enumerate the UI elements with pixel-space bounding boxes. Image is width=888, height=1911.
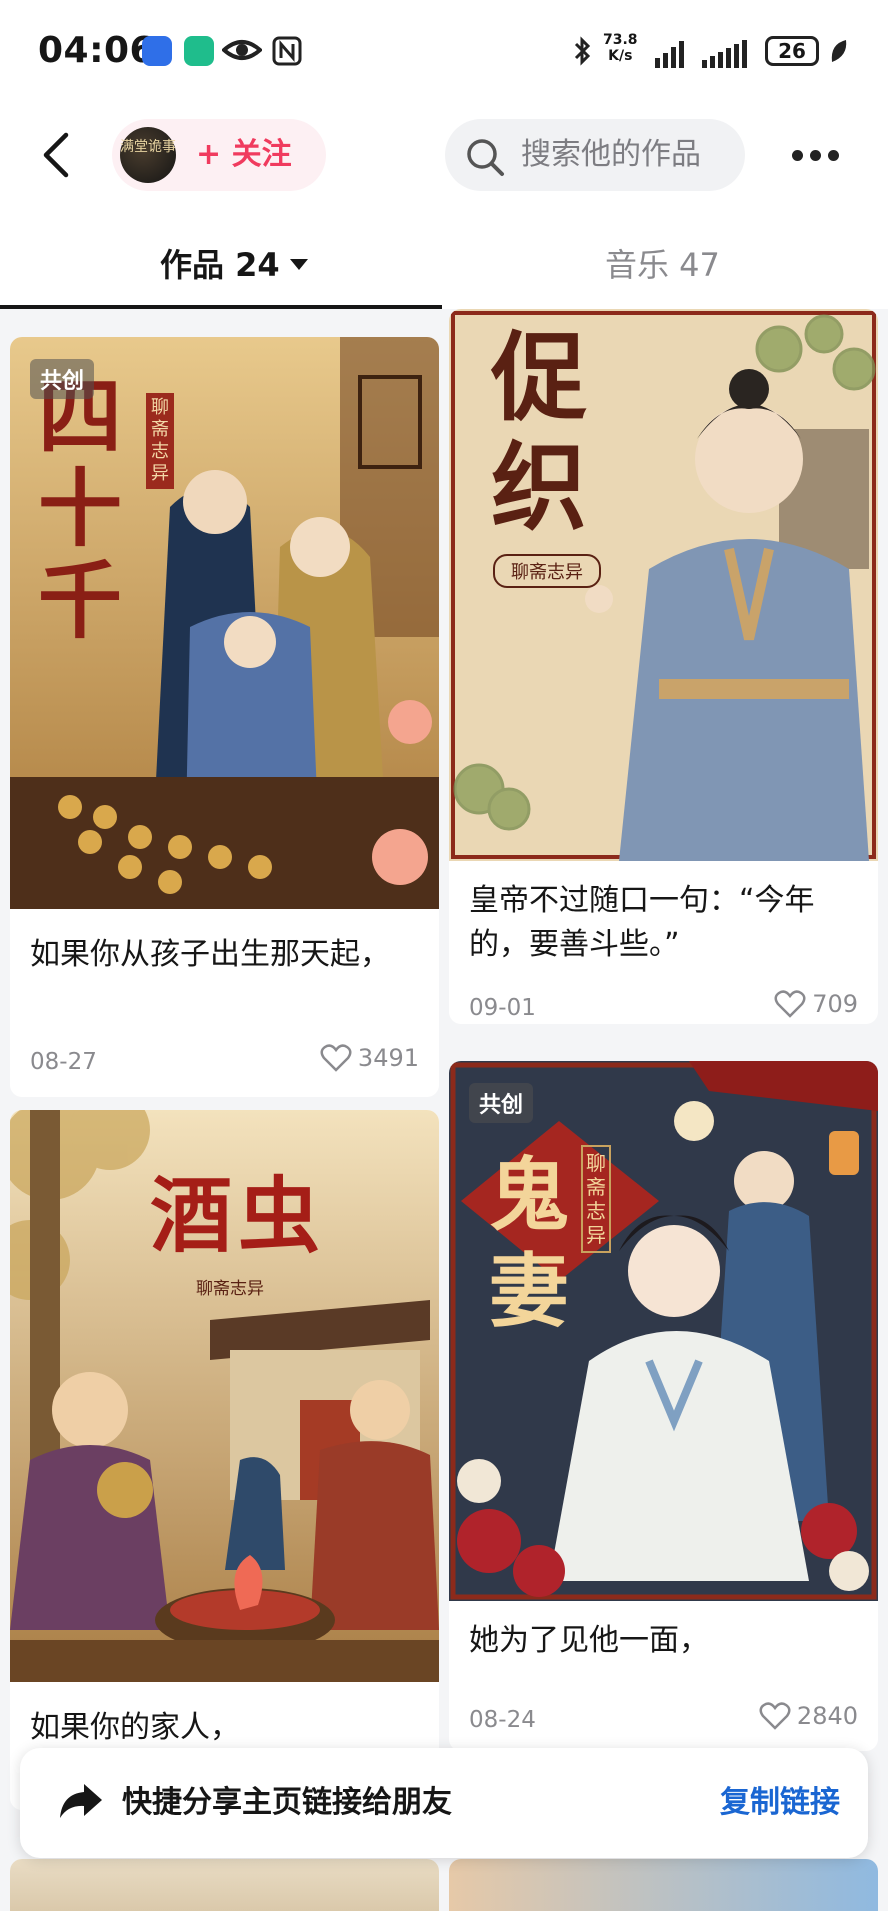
post-cover-image[interactable]: 四十千 聊斋志异 共创 [10, 337, 439, 909]
follow-button[interactable]: 满堂诡事 + 关注 [112, 119, 326, 191]
green-app-icon [184, 36, 214, 66]
signal-icon [655, 38, 684, 68]
back-arrow-icon[interactable] [36, 129, 80, 181]
follow-label: + 关注 [196, 137, 292, 172]
copy-link-button[interactable]: 复制链接 [720, 1782, 840, 1824]
search-placeholder: 搜索他的作品 [521, 137, 701, 172]
post-card[interactable]: 鬼妻 聊斋志异 共创 她为了见他一面， 08-24 2840 [449, 1061, 878, 1751]
profile-header: 满堂诡事 + 关注 搜索他的作品 [0, 105, 888, 205]
search-input[interactable]: 搜索他的作品 [445, 119, 745, 191]
signal-icon [702, 38, 747, 68]
status-bar: 04:06 73.8 K/s 26 [0, 0, 888, 105]
tab-music[interactable]: 音乐 47 [605, 243, 720, 287]
network-speed: 73.8 K/s [603, 32, 638, 64]
co-create-badge: 共创 [469, 1083, 534, 1123]
like-count[interactable]: 2840 [759, 1701, 858, 1731]
post-title: 她为了见他一面， [469, 1623, 709, 1658]
cover-series-text: 聊斋志异 [493, 554, 601, 588]
share-banner: 快捷分享主页链接给朋友 复制链接 [20, 1748, 868, 1858]
post-cover-image[interactable]: 促织 聊斋志异 [449, 309, 878, 861]
post-date: 09-01 [469, 995, 536, 1021]
shield-app-icon [142, 36, 172, 66]
share-arrow-icon [60, 1784, 102, 1818]
like-count-value: 2840 [796, 1702, 858, 1730]
share-banner-text: 快捷分享主页链接给朋友 [122, 1785, 452, 1820]
post-title: 如果你从孩子出生那天起， [30, 937, 390, 972]
tab-works[interactable]: 作品 24 [160, 243, 308, 287]
battery-icon: 26 [765, 36, 819, 66]
search-icon [467, 139, 504, 176]
cover-series-text: 聊斋志异 [581, 1145, 611, 1253]
eye-icon [222, 40, 262, 60]
post-cover-image[interactable]: 鬼妻 聊斋志异 共创 [449, 1061, 878, 1601]
like-count-value: 3491 [357, 1044, 419, 1072]
tab-works-label: 作品 24 [160, 246, 280, 284]
like-count[interactable]: 3491 [320, 1043, 419, 1073]
leaf-icon [831, 40, 847, 62]
cover-title-text: 四十千 [38, 367, 123, 650]
cover-title-text: 酒虫 [150, 1168, 327, 1264]
avatar[interactable]: 满堂诡事 [120, 127, 176, 183]
works-feed[interactable]: 四十千 聊斋志异 共创 如果你从孩子出生那天起， 08-27 3491 促织 聊… [0, 309, 888, 1911]
post-title: 皇帝不过随口一句：“今年的，要善斗些。” [469, 883, 815, 962]
post-title: 如果你的家人， [30, 1710, 240, 1745]
like-count-value: 709 [812, 990, 858, 1018]
post-cover-image[interactable] [449, 1859, 878, 1911]
like-count[interactable]: 709 [774, 989, 858, 1019]
network-speed-unit: K/s [608, 48, 633, 64]
post-card[interactable]: 促织 聊斋志异 皇帝不过随口一句：“今年的，要善斗些。” 09-01 709 [449, 309, 878, 1024]
post-date: 08-24 [469, 1707, 536, 1733]
cover-title-text: 促织 [491, 321, 587, 544]
co-create-badge: 共创 [30, 359, 95, 399]
tab-bar: 作品 24 音乐 47 [0, 225, 888, 310]
status-time: 04:06 [38, 30, 156, 71]
post-cover-image[interactable]: 酒虫 聊斋志异 [10, 1110, 439, 1682]
caret-down-icon [289, 259, 308, 270]
post-card[interactable]: 酒虫 聊斋志异 如果你的家人， [10, 1110, 439, 1810]
post-card[interactable]: 四十千 聊斋志异 共创 如果你从孩子出生那天起， 08-27 3491 [10, 337, 439, 1097]
bluetooth-icon [574, 36, 591, 66]
more-menu-icon[interactable] [792, 143, 842, 167]
nfc-icon [272, 36, 302, 66]
post-cover-image[interactable] [10, 1859, 439, 1911]
cover-title-text: 鬼妻 [489, 1148, 569, 1338]
post-card[interactable] [10, 1859, 439, 1911]
network-speed-value: 73.8 [603, 32, 638, 48]
cover-series-text: 聊斋志异 [146, 393, 174, 489]
post-card[interactable] [449, 1859, 878, 1911]
heart-icon[interactable] [774, 989, 806, 1019]
cover-series-text: 聊斋志异 [196, 1279, 264, 1299]
heart-icon[interactable] [759, 1701, 791, 1731]
heart-icon[interactable] [320, 1043, 352, 1073]
post-date: 08-27 [30, 1049, 97, 1075]
